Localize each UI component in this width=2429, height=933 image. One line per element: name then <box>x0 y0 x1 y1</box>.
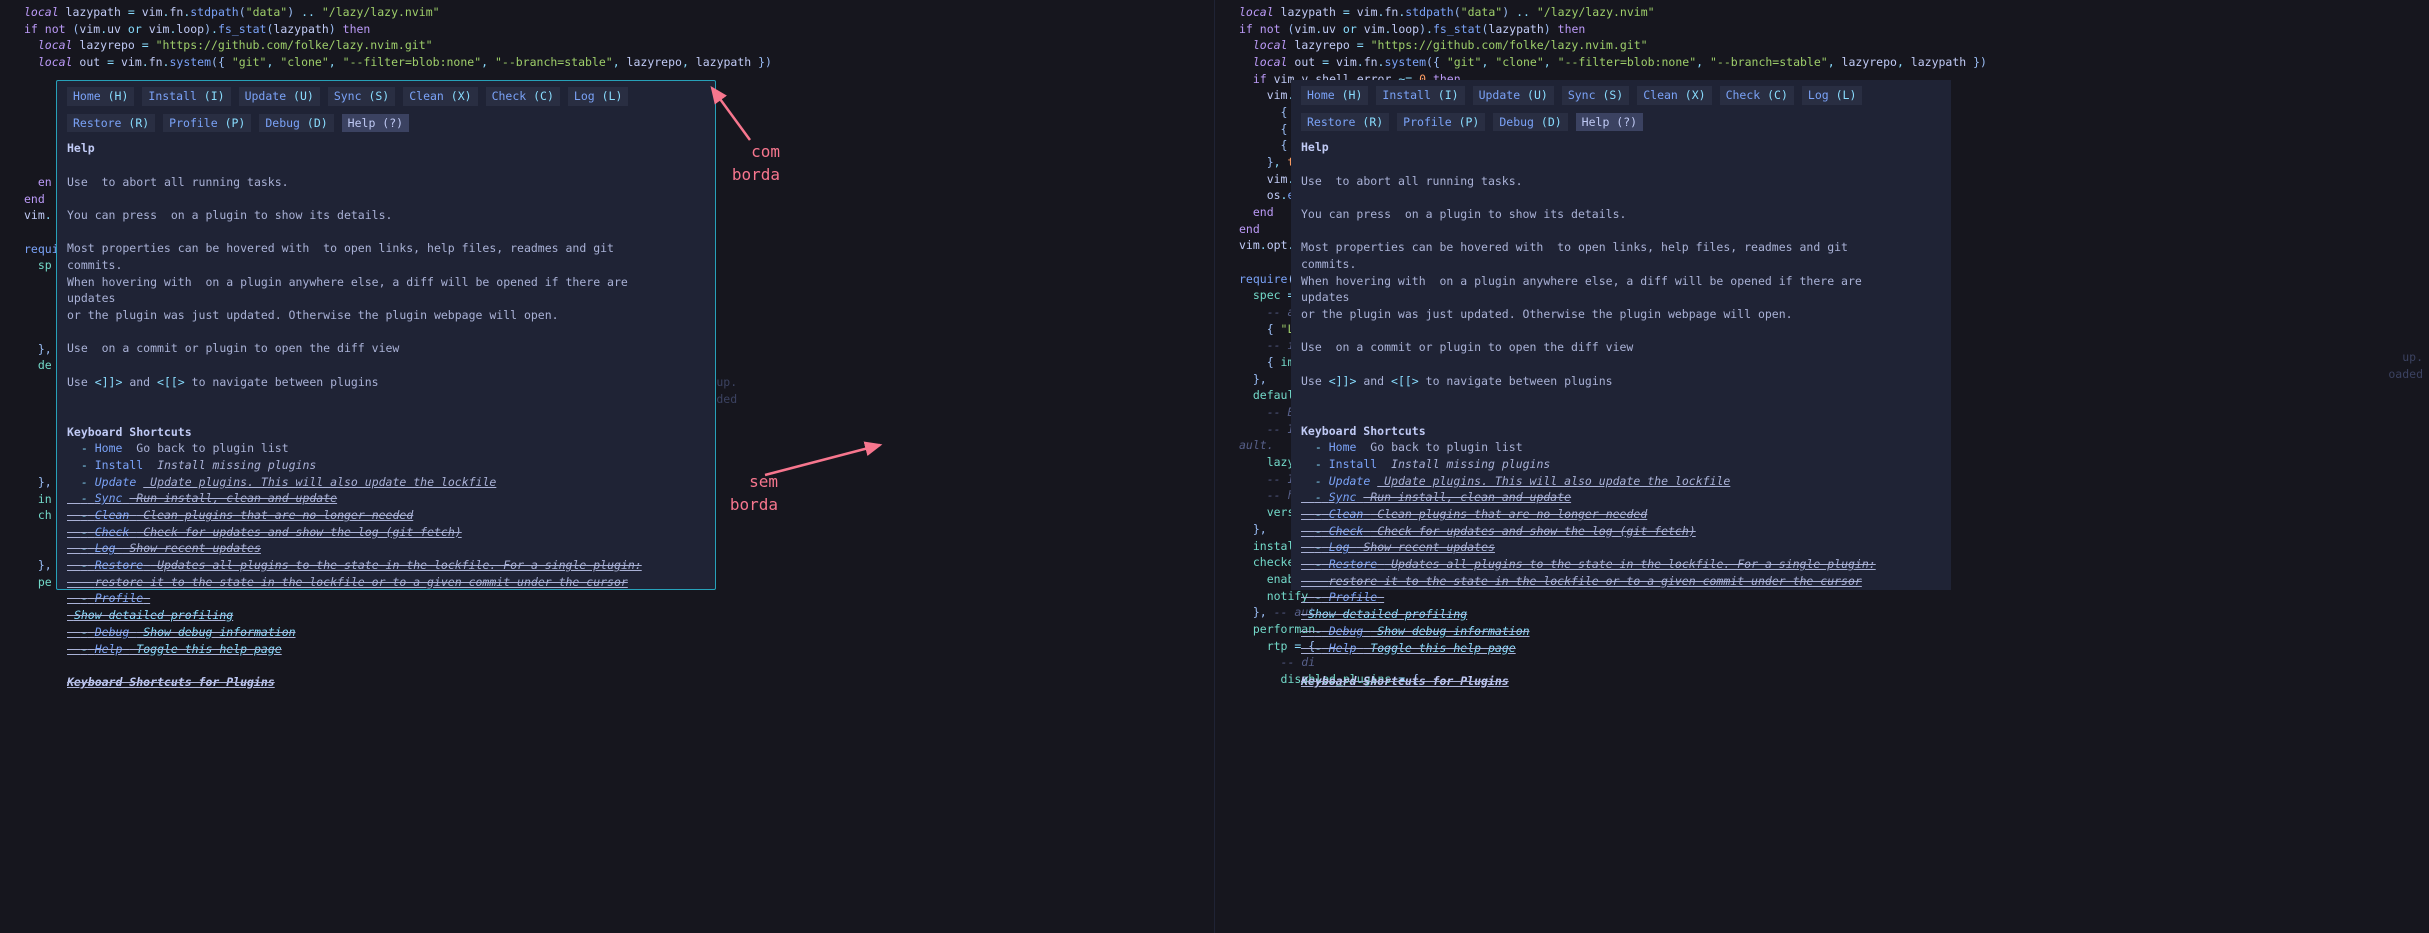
popup-body: Help Use to abort all running tasks. You… <box>1301 139 1941 689</box>
tab-debug[interactable]: Debug (D) <box>259 114 333 133</box>
tab-update[interactable]: Update (U) <box>1473 86 1554 105</box>
popup-tabs: Home (H) Install (I) Update (U) Sync (S) Cle… <box>67 87 705 132</box>
lazy-help-popup-bordered[interactable]: Home (H) Install (I) Update (U) Sync (S) Cle… <box>56 80 716 590</box>
tab-log[interactable]: Log (L) <box>1802 86 1862 105</box>
popup-tabs: Home (H) Install (I) Update (U) Sync (S) Cle… <box>1301 86 1941 131</box>
lazy-help-popup-borderless[interactable]: Home (H) Install (I) Update (U) Sync (S) Cle… <box>1291 80 1951 590</box>
tab-restore[interactable]: Restore (R) <box>67 114 155 133</box>
tab-home[interactable]: Home (H) <box>1301 86 1368 105</box>
tab-install[interactable]: Install (I) <box>142 87 230 106</box>
editor-pane-left: local lazypath = vim.fn.stdpath("data") … <box>0 0 1215 933</box>
tab-restore[interactable]: Restore (R) <box>1301 113 1389 132</box>
tab-help[interactable]: Help (?) <box>342 114 409 133</box>
tab-log[interactable]: Log (L) <box>568 87 628 106</box>
tab-check[interactable]: Check (C) <box>486 87 560 106</box>
tab-clean[interactable]: Clean (X) <box>403 87 477 106</box>
arrow-without-border <box>760 430 890 485</box>
tab-update[interactable]: Update (U) <box>239 87 320 106</box>
popup-body: Help Use to abort all running tasks. You… <box>67 140 705 690</box>
tab-check[interactable]: Check (C) <box>1720 86 1794 105</box>
annotation-without-border: sem borda <box>718 470 778 516</box>
tab-sync[interactable]: Sync (S) <box>1562 86 1629 105</box>
tab-profile[interactable]: Profile (P) <box>163 114 251 133</box>
code-tail-right: up. oaded <box>2364 349 2423 382</box>
tab-install[interactable]: Install (I) <box>1376 86 1464 105</box>
tab-debug[interactable]: Debug (D) <box>1493 113 1567 132</box>
annotation-with-border: com borda <box>720 140 780 186</box>
tab-sync[interactable]: Sync (S) <box>328 87 395 106</box>
tab-help[interactable]: Help (?) <box>1576 113 1643 132</box>
tab-profile[interactable]: Profile (P) <box>1397 113 1485 132</box>
code-background-left: local lazypath = vim.fn.stdpath("data") … <box>0 4 1214 71</box>
tab-home[interactable]: Home (H) <box>67 87 134 106</box>
editor-pane-right: local lazypath = vim.fn.stdpath("data") … <box>1215 0 2429 933</box>
tab-clean[interactable]: Clean (X) <box>1637 86 1711 105</box>
